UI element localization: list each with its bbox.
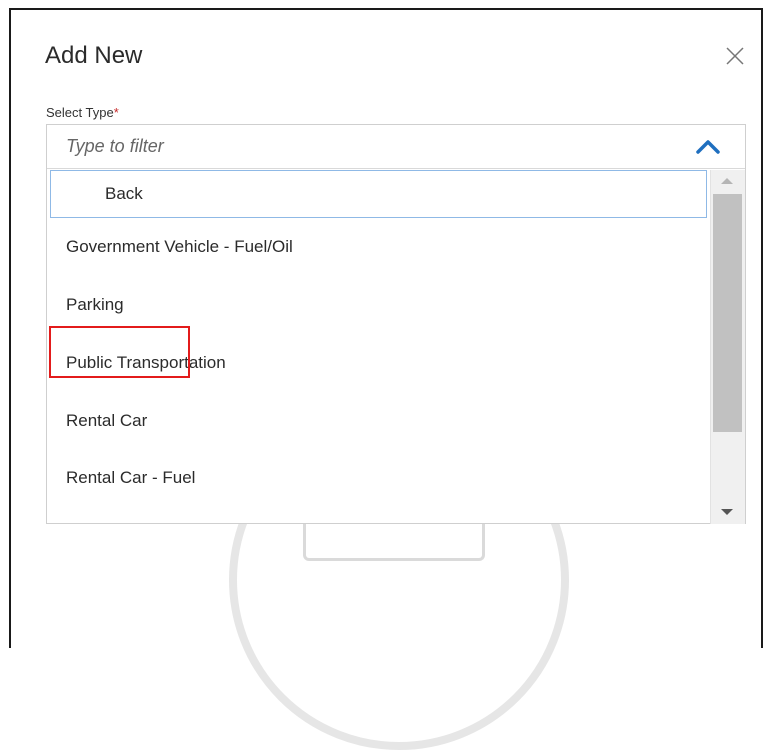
chevron-up-icon[interactable]	[695, 137, 721, 157]
required-marker: *	[113, 105, 119, 120]
option-parking[interactable]: Parking	[47, 280, 710, 330]
select-type-combobox: Back Government Vehicle - Fuel/Oil Parki…	[46, 124, 746, 524]
select-type-label-text: Select Type	[46, 105, 114, 120]
option-public-transportation[interactable]: Public Transportation	[47, 338, 710, 388]
scrollbar-thumb[interactable]	[713, 194, 742, 432]
option-government-vehicle-fuel-oil[interactable]: Government Vehicle - Fuel/Oil	[47, 222, 710, 272]
list-scrollbar[interactable]	[710, 170, 745, 524]
add-new-dialog: Add New Select Type* Back Government Veh…	[9, 8, 763, 750]
close-icon[interactable]	[723, 44, 747, 68]
scroll-up-arrow-icon[interactable]	[721, 178, 733, 184]
select-type-label: Select Type*	[46, 105, 119, 120]
scroll-down-arrow-icon[interactable]	[721, 509, 733, 515]
option-back[interactable]: Back	[50, 170, 707, 218]
option-rental-car-fuel[interactable]: Rental Car - Fuel	[47, 453, 710, 503]
option-rental-car[interactable]: Rental Car	[47, 396, 710, 446]
filter-input[interactable]	[47, 125, 745, 169]
option-list: Back Government Vehicle - Fuel/Oil Parki…	[47, 170, 710, 524]
dialog-title: Add New	[45, 42, 143, 69]
watermark-frame	[303, 522, 485, 561]
